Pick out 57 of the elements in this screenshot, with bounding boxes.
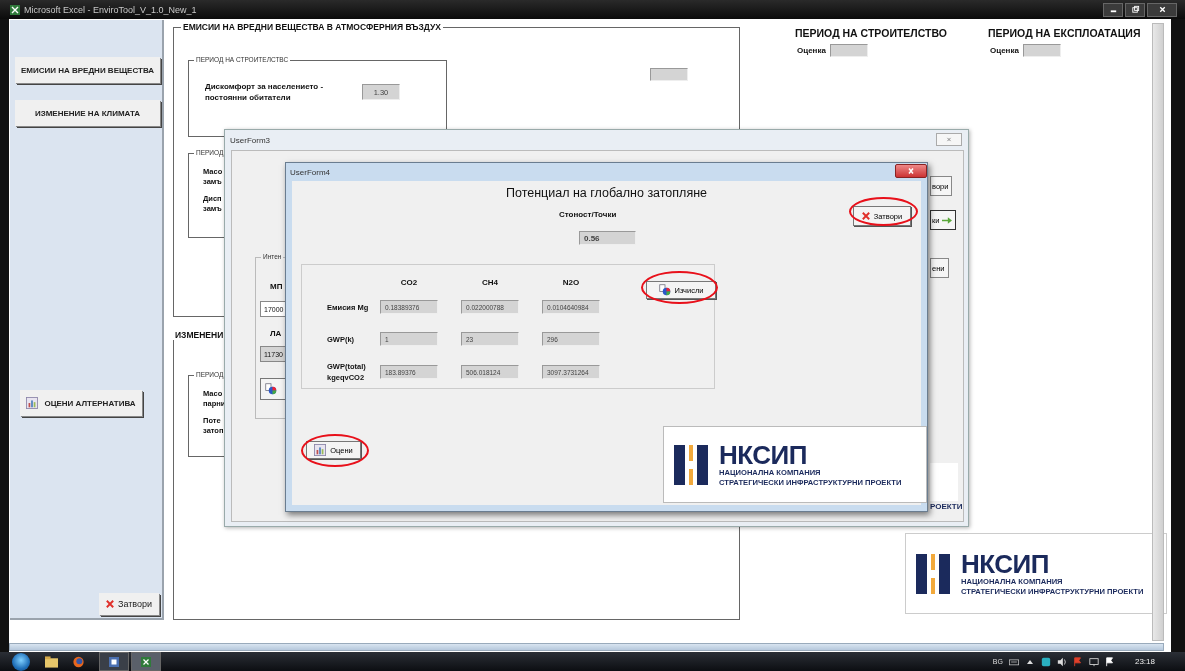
close-icon — [1157, 5, 1167, 14]
close-icon — [945, 136, 953, 143]
vertical-scrollbar[interactable] — [1152, 23, 1164, 641]
close-icon — [906, 167, 916, 175]
column-header: N2O — [561, 277, 581, 287]
clock[interactable]: 23:18 — [1134, 657, 1155, 666]
field-label: Стоност/Точки — [559, 210, 617, 219]
logo-title: НКСИП — [719, 441, 808, 468]
close-button[interactable] — [1147, 2, 1177, 17]
frame-title: ИЗМЕНЕНИ — [173, 330, 226, 340]
field-label: Оценка — [797, 46, 826, 55]
value-field — [1022, 44, 1061, 57]
sidebar-button[interactable]: ЕМИСИИ НА ВРЕДНИ ВЕЩЕСТВА — [15, 57, 160, 83]
folder-icon[interactable] — [45, 655, 58, 668]
logo-subtitle: РОЕКТИ — [930, 502, 963, 511]
field-label: Дискомфорт за населението - постоянни обитатели — [205, 81, 325, 103]
close-button[interactable]: Затвори — [99, 593, 159, 615]
window-title: Microsoft Excel - EnviroTool_V_1.0_New_1 — [24, 4, 197, 15]
field-label: ЛА — [270, 329, 282, 338]
value-field — [650, 68, 688, 81]
bar-chart-icon — [26, 397, 39, 409]
arrow-icon — [942, 216, 953, 224]
logo-panel — [930, 463, 958, 501]
column-header: CO2 — [399, 277, 419, 287]
value-field: 0.56 — [579, 231, 636, 245]
taskbar-app-icon[interactable] — [99, 652, 129, 671]
restore-icon — [1130, 5, 1140, 14]
field-label: Оценка — [990, 46, 1019, 55]
spreadsheet-icon — [10, 4, 20, 15]
section-title: ПЕРИОД НА СТРОИТЕЛСТВО — [795, 27, 947, 39]
minimize-button[interactable] — [1103, 2, 1123, 17]
field-label: МП — [270, 282, 283, 291]
flag-icon[interactable] — [1104, 656, 1115, 667]
dialog-title: UserForm4 — [290, 167, 330, 177]
column-header: CH4 — [481, 277, 499, 287]
app-tray-icon[interactable] — [1040, 656, 1051, 667]
dialog-title: UserForm3 — [230, 135, 270, 145]
close-icon — [105, 600, 114, 608]
horizontal-scrollbar[interactable] — [9, 643, 1164, 651]
value-field — [829, 44, 868, 57]
network-icon[interactable] — [1088, 656, 1099, 667]
sidebar-button[interactable]: ИЗМЕНЕНИЕ НА КЛИМАТА — [15, 100, 160, 126]
keyboard-icon[interactable] — [1008, 656, 1019, 667]
pie-chart-icon — [658, 284, 671, 296]
close-button[interactable] — [895, 164, 927, 178]
sidebar-button[interactable]: ОЦЕНИ АЛТЕРНАТИВА — [20, 390, 142, 416]
restore-button[interactable] — [1125, 2, 1145, 17]
close-icon — [861, 212, 870, 220]
pie-chart-icon — [265, 383, 277, 395]
dialog-heading: Потенциал на глобално затопляне — [504, 186, 708, 200]
frame-title: ЕМИСИИ НА ВРЕДНИ ВЕЩЕСТВА В АТМОСФЕРНИЯ ВЪЗДУХ — [181, 22, 443, 32]
logo-title: НКСИП — [961, 550, 1050, 577]
bar-chart-icon — [314, 444, 327, 456]
section-title: ПЕРИОД НА ЕКСПЛОАТАЦИЯ — [988, 27, 1141, 39]
speaker-icon[interactable] — [1056, 656, 1067, 667]
start-button[interactable] — [12, 652, 30, 671]
browser-icon[interactable] — [72, 655, 85, 668]
